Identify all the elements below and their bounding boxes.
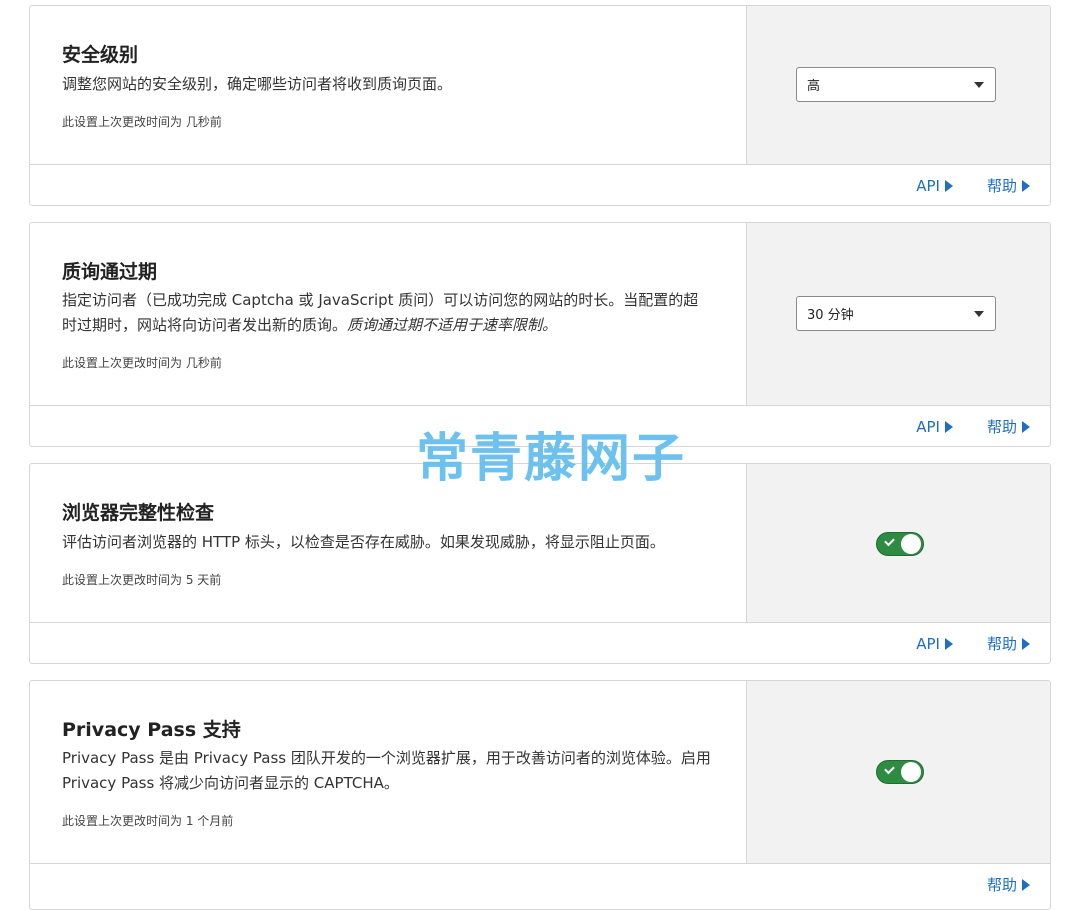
triangle-right-icon: [1022, 420, 1030, 433]
challenge-passage-card: 质询通过期 指定访问者（已成功完成 Captcha 或 JavaScript 质…: [29, 222, 1051, 447]
challenge-passage-select[interactable]: 30 分钟: [796, 296, 996, 331]
triangle-right-icon: [944, 179, 953, 192]
security-level-card: 安全级别 调整您网站的安全级别，确定哪些访问者将收到质询页面。 此设置上次更改时…: [29, 5, 1051, 206]
card-description: 评估访问者浏览器的 HTTP 标头，以检查是否存在威胁。如果发现威胁，将显示阻止…: [62, 533, 665, 551]
api-link[interactable]: API: [916, 177, 953, 195]
last-modified: 此设置上次更改时间为 几秒前: [62, 115, 222, 129]
card-title: Privacy Pass 支持: [62, 719, 241, 741]
api-link-label: API: [916, 176, 940, 195]
last-modified: 此设置上次更改时间为 几秒前: [62, 356, 222, 370]
select-value: 30 分钟: [807, 308, 854, 323]
description-note: 质询通过期不适用于速率限制。: [347, 316, 558, 334]
browser-integrity-toggle[interactable]: [876, 532, 924, 556]
card-title: 浏览器完整性检查: [62, 502, 215, 524]
card-title: 质询通过期: [62, 261, 158, 283]
help-link-label: 帮助: [986, 635, 1017, 653]
triangle-right-icon: [1022, 878, 1030, 891]
card-description: Privacy Pass 是由 Privacy Pass 团队开发的一个浏览器扩…: [62, 749, 711, 792]
control-panel: 高: [746, 6, 1050, 164]
toggle-knob: [901, 534, 921, 554]
control-panel: [746, 464, 1050, 622]
help-link[interactable]: 帮助: [987, 175, 1030, 196]
triangle-right-icon: [1022, 637, 1030, 650]
last-modified: 此设置上次更改时间为 5 天前: [62, 573, 222, 587]
help-link-label: 帮助: [986, 418, 1017, 436]
privacy-pass-card: Privacy Pass 支持 Privacy Pass 是由 Privacy …: [29, 680, 1051, 910]
triangle-right-icon: [944, 637, 953, 650]
api-link-label: API: [916, 634, 940, 653]
watermark: 常青藤网子: [416, 429, 687, 489]
help-link[interactable]: 帮助: [987, 416, 1030, 437]
card-title: 安全级别: [62, 44, 139, 66]
chevron-down-icon: [974, 82, 984, 88]
help-link[interactable]: 帮助: [987, 633, 1030, 654]
check-icon: [884, 763, 895, 775]
card-description: 调整您网站的安全级别，确定哪些访问者将收到质询页面。: [62, 75, 453, 93]
control-panel: [746, 681, 1050, 863]
card-description: 指定访问者（已成功完成 Captcha 或 JavaScript 质问）可以访问…: [62, 288, 712, 338]
triangle-right-icon: [1022, 179, 1030, 192]
select-value: 高: [807, 79, 821, 94]
triangle-right-icon: [944, 420, 953, 433]
help-link-label: 帮助: [986, 177, 1017, 195]
privacy-pass-toggle[interactable]: [876, 760, 924, 784]
browser-integrity-card: 浏览器完整性检查 评估访问者浏览器的 HTTP 标头，以检查是否存在威胁。如果发…: [29, 463, 1051, 664]
api-link[interactable]: API: [916, 418, 953, 436]
last-modified: 此设置上次更改时间为 1 个月前: [62, 814, 234, 828]
control-panel: 30 分钟: [746, 223, 1050, 405]
check-icon: [884, 535, 895, 547]
security-level-select[interactable]: 高: [796, 67, 996, 102]
api-link-label: API: [916, 417, 940, 436]
api-link[interactable]: API: [916, 635, 953, 653]
toggle-knob: [901, 762, 921, 782]
chevron-down-icon: [974, 311, 984, 317]
